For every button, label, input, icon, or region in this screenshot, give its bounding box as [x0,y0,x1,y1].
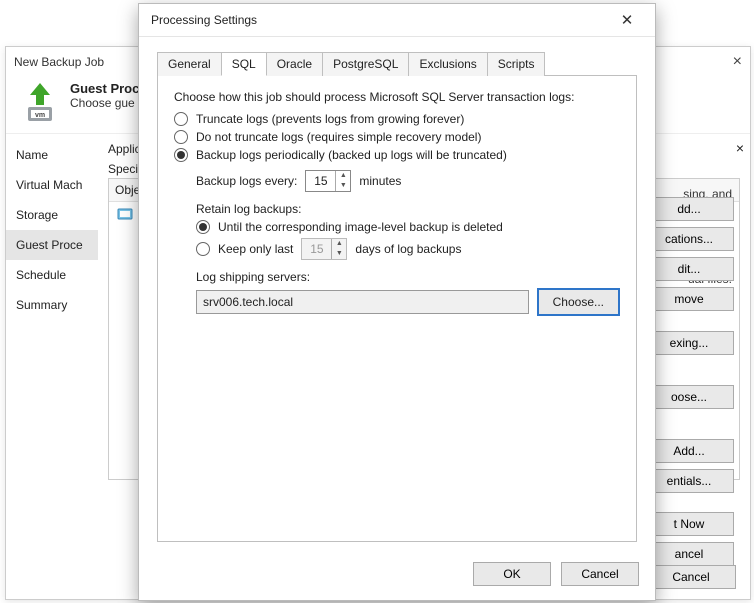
panel-description: Choose how this job should process Micro… [174,90,620,104]
cancel-button[interactable]: Cancel [561,562,639,586]
retain-opt2-pre: Keep only last [218,242,293,256]
dialog-footer: OK Cancel [139,552,655,600]
tab-oracle[interactable]: Oracle [266,52,323,76]
btn-choose-bg[interactable]: oose... [644,385,734,409]
wizard-footer: Cancel [646,565,736,589]
sql-panel: Choose how this job should process Micro… [157,76,637,542]
vm-icon [117,206,133,222]
tab-sql[interactable]: SQL [221,52,267,76]
retain-opt1-label: Until the corresponding image-level back… [218,220,503,234]
spinner-arrows: ▲▼ [331,239,346,259]
btn-cancel-bg[interactable]: ancel [644,542,734,566]
retain-opt-until-deleted[interactable]: Until the corresponding image-level back… [196,220,620,234]
dialog-titlebar: Processing Settings ✕ [139,4,655,37]
opt-no-truncate-label: Do not truncate logs (requires simple re… [196,130,481,144]
retain-opt2-post: days of log backups [355,242,461,256]
tab-postgresql[interactable]: PostgreSQL [322,52,409,76]
btn-remove[interactable]: move [644,287,734,311]
side-buttons-group1: dd... cations... dit... move [644,197,734,311]
radio-icon [196,242,210,256]
wizard-header-title: Guest Proc [70,81,139,96]
btn-edit[interactable]: dit... [644,257,734,281]
keep-days-value: 15 [302,242,331,256]
wizard-header-sub: Choose gue [70,96,139,110]
btn-applications[interactable]: cations... [644,227,734,251]
log-shipping-row: srv006.tech.local Choose... [196,288,620,316]
wizard-nav: Name Virtual Mach Storage Guest Proce Sc… [6,134,98,558]
retain-label: Retain log backups: [196,202,620,216]
side-buttons-group4: Add... entials... [644,439,734,493]
tab-exclusions[interactable]: Exclusions [408,52,487,76]
backup-every-row: Backup logs every: 15 ▲▼ minutes [196,170,620,192]
close-icon[interactable]: × [733,47,742,77]
btn-credentials[interactable]: entials... [644,469,734,493]
opt-truncate-label: Truncate logs (prevents logs from growin… [196,112,464,126]
radio-icon [174,112,188,126]
dialog-content: General SQL Oracle PostgreSQL Exclusions… [139,37,655,552]
side-buttons-group5: t Now ancel [644,512,734,566]
opt-no-truncate[interactable]: Do not truncate logs (requires simple re… [174,130,620,144]
btn-add1[interactable]: dd... [644,197,734,221]
ok-button[interactable]: OK [473,562,551,586]
btn-indexing[interactable]: exing... [644,331,734,355]
radio-icon [196,220,210,234]
svg-text:vm: vm [35,112,45,119]
wizard-cancel-button[interactable]: Cancel [646,565,736,589]
opt-truncate[interactable]: Truncate logs (prevents logs from growin… [174,112,620,126]
nav-item-schedule[interactable]: Schedule [6,260,98,290]
nav-item-storage[interactable]: Storage [6,200,98,230]
processing-settings-dialog: Processing Settings ✕ General SQL Oracle… [138,3,656,601]
side-buttons-group2: exing... [644,331,734,355]
nav-item-guest[interactable]: Guest Proce [6,230,98,260]
nav-item-name[interactable]: Name [6,140,98,170]
wizard-icon: vm [18,81,62,125]
opt-backup-periodically[interactable]: Backup logs periodically (backed up logs… [174,148,620,162]
wizard-header-text: Guest Proc Choose gue [70,81,139,110]
backup-every-value: 15 [306,174,335,188]
keep-days-spinner: 15 ▲▼ [301,238,347,260]
choose-button[interactable]: Choose... [537,288,620,316]
btn-add2[interactable]: Add... [644,439,734,463]
tab-strip: General SQL Oracle PostgreSQL Exclusions… [157,51,637,76]
tab-general[interactable]: General [157,52,222,76]
radio-icon [174,130,188,144]
nav-item-vm[interactable]: Virtual Mach [6,170,98,200]
retain-opt-keep-last[interactable]: Keep only last 15 ▲▼ days of log backups [196,238,620,260]
backup-every-spinner[interactable]: 15 ▲▼ [305,170,351,192]
spinner-arrows[interactable]: ▲▼ [335,171,350,191]
backup-every-unit: minutes [359,174,401,188]
nav-item-summary[interactable]: Summary [6,290,98,320]
wizard-title: New Backup Job [14,47,104,77]
log-shipping-field: srv006.tech.local [196,290,529,314]
backup-every-label: Backup logs every: [196,174,297,188]
radio-icon [174,148,188,162]
log-shipping-label: Log shipping servers: [196,270,620,284]
dialog-title: Processing Settings [151,13,257,27]
side-buttons-group3: oose... [644,385,734,409]
inner-close-icon[interactable]: × [736,140,744,156]
opt-backup-label: Backup logs periodically (backed up logs… [196,148,507,162]
dialog-close-icon[interactable]: ✕ [607,6,647,34]
btn-test-now[interactable]: t Now [644,512,734,536]
tab-scripts[interactable]: Scripts [487,52,546,76]
